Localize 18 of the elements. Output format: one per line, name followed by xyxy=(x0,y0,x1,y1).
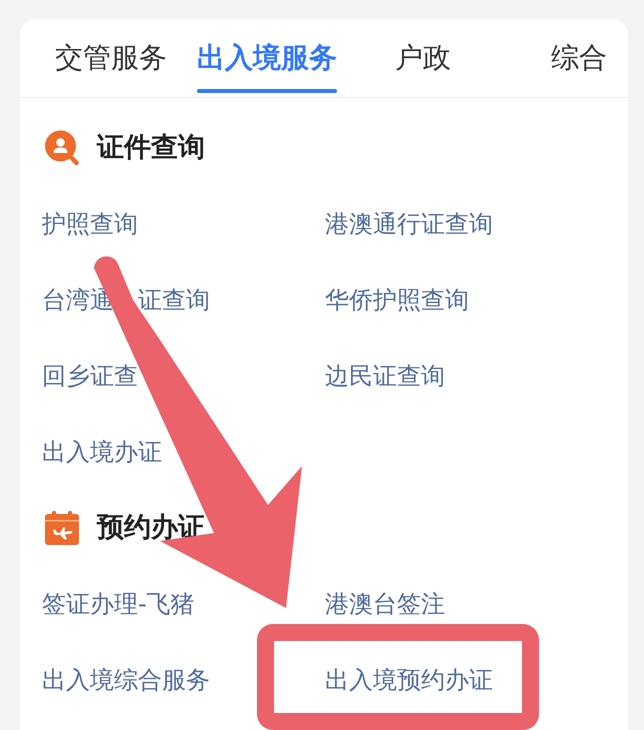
service-link[interactable]: 出入境综合服务 xyxy=(42,665,210,695)
service-link[interactable]: 证查询 xyxy=(138,285,210,315)
service-link[interactable]: 华侨护照查询 xyxy=(325,285,469,315)
person-search-icon xyxy=(45,130,79,166)
service-link[interactable]: 出入境办证 xyxy=(42,437,162,467)
tab[interactable]: 综合 xyxy=(551,19,607,97)
tab[interactable]: 户政 xyxy=(395,19,451,97)
service-link[interactable]: 港澳台签注 xyxy=(325,589,445,619)
service-link[interactable]: 边民证查询 xyxy=(325,361,445,391)
service-link[interactable]: 出入境预约办证 xyxy=(325,665,493,695)
service-link[interactable]: 护照查询 xyxy=(42,209,138,239)
calendar-plane-icon xyxy=(45,511,79,545)
service-link[interactable]: 签证办理-飞猪 xyxy=(42,589,195,619)
tab[interactable]: 出入境服务 xyxy=(197,19,337,97)
service-link[interactable]: 港澳通行证查询 xyxy=(325,209,493,239)
service-link[interactable]: 回乡证查 xyxy=(42,361,138,391)
section-title: 证件查询 xyxy=(97,131,205,165)
tab[interactable]: 交管服务 xyxy=(55,19,167,97)
